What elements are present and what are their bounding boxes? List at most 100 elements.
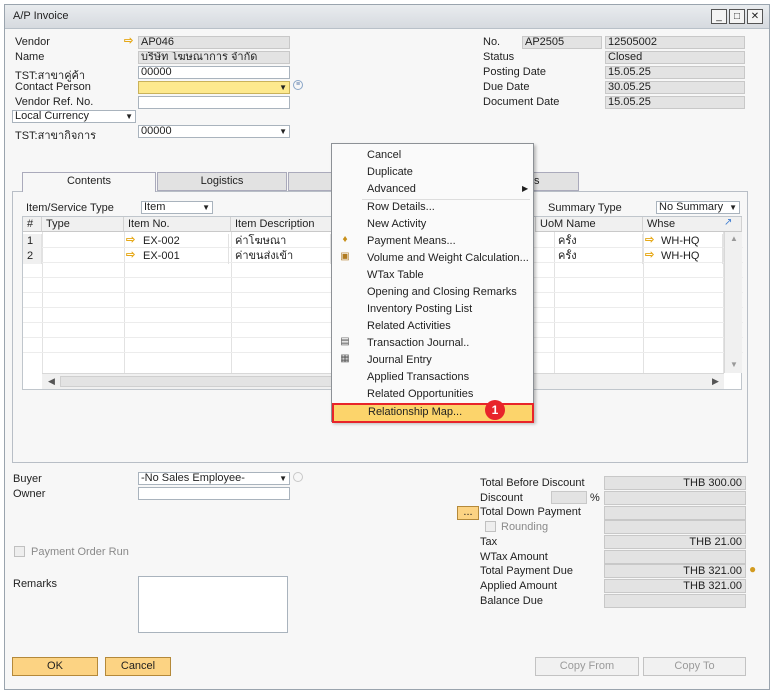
payment-icon: ♦ [342, 234, 348, 245]
document-date-field[interactable]: 15.05.25 [605, 96, 745, 109]
chevron-down-icon: ▼ [125, 112, 133, 121]
tab-logistics[interactable]: Logistics [157, 172, 287, 191]
maximize-button[interactable]: □ [729, 9, 745, 24]
menu-item-new-activity[interactable]: New Activity [333, 216, 532, 233]
summary-type-dropdown[interactable]: No Summary ▼ [656, 201, 740, 214]
column-header-type[interactable]: Type [42, 217, 124, 232]
scroll-down-icon[interactable]: ▼ [730, 360, 738, 369]
biz-branch-dropdown[interactable]: 00000 ▼ [138, 125, 290, 138]
tab-accounting[interactable] [288, 172, 332, 191]
scroll-left-icon[interactable]: ◀ [48, 376, 55, 387]
link-arrow-icon[interactable]: ⇨ [645, 233, 654, 246]
uom-cell[interactable]: ครั้ง [554, 249, 643, 264]
cancel-button[interactable]: Cancel [105, 657, 171, 676]
menu-item-payment-means[interactable]: ♦ Payment Means... [333, 233, 532, 250]
journal-icon: ▤ [340, 336, 350, 347]
menu-item-applied-transactions[interactable]: Applied Transactions [333, 369, 532, 386]
menu-item-cancel[interactable]: Cancel [333, 147, 532, 164]
discount-label: Discount [480, 492, 523, 504]
minimize-button[interactable]: _ [711, 9, 727, 24]
payment-order-checkbox[interactable] [14, 546, 25, 557]
info-icon[interactable]: ≡ [293, 80, 303, 90]
name-field[interactable]: บริษัท โฆษณาการ จำกัด [138, 51, 290, 64]
vendor-ref-field[interactable] [138, 96, 290, 109]
discount-percent-field[interactable] [551, 491, 587, 504]
menu-item-transaction-journal[interactable]: ▤ Transaction Journal.. [333, 335, 532, 352]
copy-to-button[interactable]: Copy To [643, 657, 746, 676]
branch-field[interactable]: 00000 [138, 66, 290, 79]
rounding-checkbox[interactable] [485, 521, 496, 532]
menu-item-duplicate[interactable]: Duplicate [333, 164, 532, 181]
column-header-item-no[interactable]: Item No. [124, 217, 231, 232]
title-bar: A/P Invoice _ □ ✕ [5, 5, 769, 29]
whse-cell[interactable]: WH-HQ [657, 249, 723, 264]
menu-item-opening-closing-remarks[interactable]: Opening and Closing Remarks [333, 284, 532, 301]
column-header-item-description[interactable]: Item Description [231, 217, 333, 232]
scroll-right-icon[interactable]: ▶ [712, 376, 719, 387]
doc-no-field[interactable]: 12505002 [605, 36, 745, 49]
summary-type-label: Summary Type [548, 202, 622, 214]
menu-item-journal-entry[interactable]: ▦ Journal Entry [333, 352, 532, 369]
vendor-field[interactable]: AP046 [138, 36, 290, 49]
down-payment-ellipsis-button[interactable]: ... [457, 506, 479, 520]
remarks-textarea[interactable] [138, 576, 288, 633]
buyer-dropdown[interactable]: -No Sales Employee- ▼ [138, 472, 290, 485]
description-cell[interactable]: ค่าขนส่งเข้า [231, 249, 331, 264]
close-button[interactable]: ✕ [747, 9, 763, 24]
menu-item-wtax-table[interactable]: WTax Table [333, 267, 532, 284]
link-arrow-icon[interactable]: ⇨ [645, 248, 654, 261]
item-no-cell[interactable]: EX-001 [139, 249, 229, 264]
balance-due-label: Balance Due [480, 595, 543, 607]
menu-item-related-opportunities[interactable]: Related Opportunities [333, 386, 532, 403]
menu-item-volume-weight[interactable]: ▣ Volume and Weight Calculation... [333, 250, 532, 267]
item-type-dropdown[interactable]: Item ▼ [141, 201, 213, 214]
coins-icon[interactable]: ● [749, 562, 756, 576]
menu-item-row-details[interactable]: Row Details... [333, 199, 532, 216]
link-arrow-icon[interactable]: ⇨ [126, 233, 135, 246]
doc-no-label: No. [483, 36, 501, 48]
vendor-ref-label: Vendor Ref. No. [15, 96, 94, 108]
payment-order-label: Payment Order Run [31, 546, 129, 558]
item-type-label: Item/Service Type [26, 202, 114, 214]
payment-due-value: THB 321.00 [604, 564, 746, 578]
link-arrow-icon[interactable]: ⇨ [126, 248, 135, 261]
vertical-scrollbar[interactable]: ▲ ▼ [724, 232, 742, 373]
due-date-field[interactable]: 30.05.25 [605, 81, 745, 94]
row-number: 2 [23, 249, 42, 264]
document-date-label: Document Date [483, 96, 560, 108]
series-field[interactable]: AP2505 [522, 36, 602, 49]
down-payment-label: Total Down Payment [480, 506, 581, 518]
description-cell[interactable]: ค่าโฆษณา [231, 234, 331, 249]
column-header-uom-name[interactable]: UoM Name [535, 217, 643, 232]
copy-from-button[interactable]: Copy From [535, 657, 639, 676]
whse-cell[interactable]: WH-HQ [657, 234, 723, 249]
posting-date-field[interactable]: 15.05.25 [605, 66, 745, 79]
link-arrow-icon[interactable]: ⇨ [124, 34, 133, 47]
contact-person-dropdown[interactable]: ▼ [138, 81, 290, 94]
rounding-value [604, 520, 746, 534]
column-header-number[interactable]: # [23, 217, 42, 232]
ok-button[interactable]: OK [12, 657, 98, 676]
chevron-down-icon: ▼ [279, 127, 287, 136]
menu-item-advanced[interactable]: Advanced ▶ [333, 181, 532, 198]
scroll-up-icon[interactable]: ▲ [730, 234, 738, 243]
wtax-value [604, 550, 746, 564]
uom-cell[interactable]: ครั้ง [554, 234, 643, 249]
item-no-cell[interactable]: EX-002 [139, 234, 229, 249]
window-title: A/P Invoice [13, 10, 69, 22]
tab-contents[interactable]: Contents [22, 172, 156, 192]
posting-date-label: Posting Date [483, 66, 546, 78]
tab-attachments[interactable]: s [533, 172, 579, 191]
info-icon[interactable] [293, 472, 303, 482]
down-payment-value [604, 506, 746, 520]
applied-amount-value: THB 321.00 [604, 579, 746, 593]
menu-item-inventory-posting-list[interactable]: Inventory Posting List [333, 301, 532, 318]
tax-value: THB 21.00 [604, 535, 746, 549]
currency-dropdown[interactable]: Local Currency ▼ [12, 110, 136, 123]
owner-field[interactable] [138, 487, 290, 500]
scrollbar-thumb[interactable] [60, 376, 350, 387]
menu-item-related-activities[interactable]: Related Activities [333, 318, 532, 335]
expand-icon[interactable]: ↗ [724, 217, 732, 228]
name-label: Name [15, 51, 45, 63]
owner-label: Owner [13, 488, 46, 500]
